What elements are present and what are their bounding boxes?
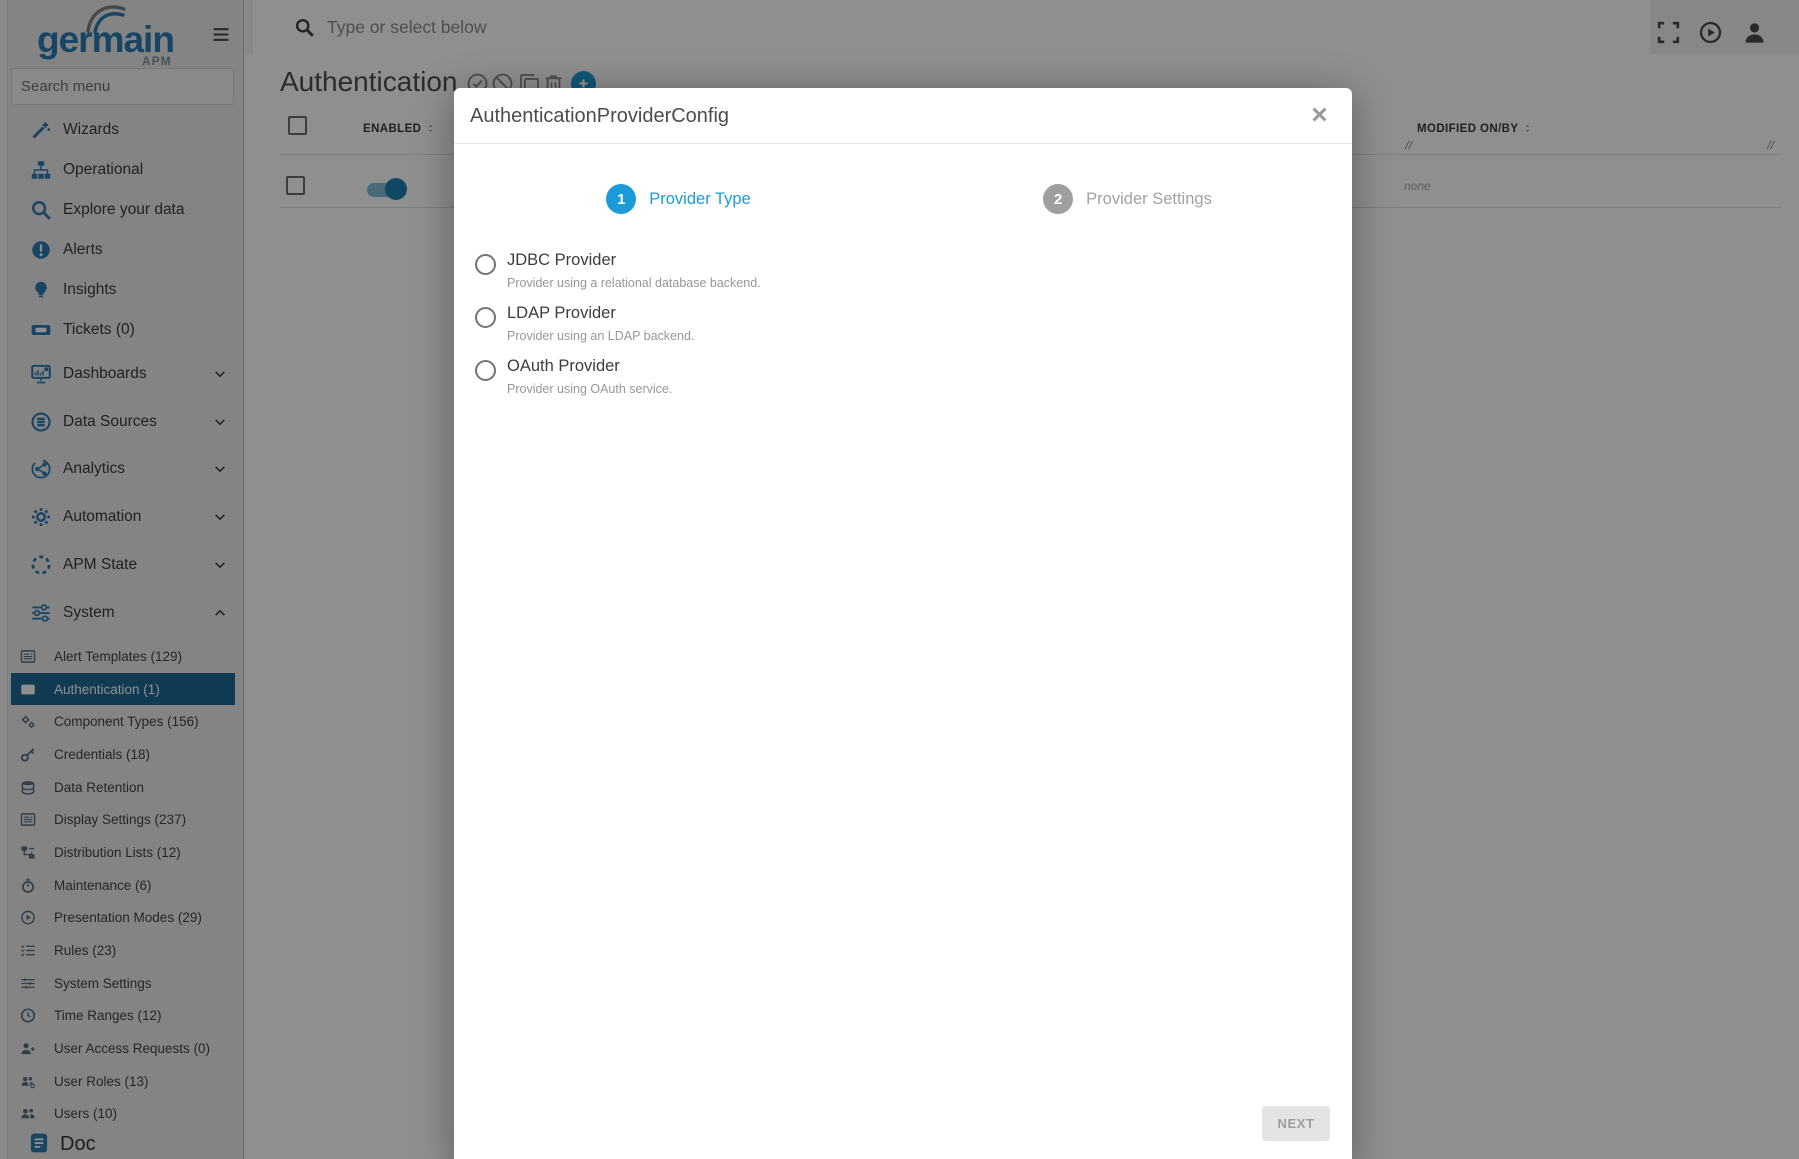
application-window: germain APM WizardsOperationalExplore yo…	[0, 0, 1799, 1159]
wizard-steps: 1 Provider Type 2 Provider Settings	[454, 184, 1352, 214]
radio-button[interactable]	[475, 254, 496, 275]
wizard-step-provider-settings[interactable]: 2 Provider Settings	[903, 184, 1352, 214]
step-number-badge: 2	[1043, 184, 1073, 214]
provider-option-jdbc-provider[interactable]: JDBC Provider Provider using a relational…	[475, 250, 761, 291]
option-description: Provider using a relational database bac…	[507, 275, 761, 291]
step-label: Provider Type	[649, 190, 751, 209]
authentication-provider-config-dialog: AuthenticationProviderConfig 1 Provider T…	[454, 88, 1352, 1159]
option-text: JDBC Provider Provider using a relational…	[507, 250, 761, 291]
wizard-step-provider-type[interactable]: 1 Provider Type	[454, 184, 903, 214]
dialog-title: AuthenticationProviderConfig	[470, 88, 729, 145]
option-title: OAuth Provider	[507, 356, 672, 377]
provider-option-ldap-provider[interactable]: LDAP Provider Provider using an LDAP back…	[475, 303, 761, 344]
dialog-header: AuthenticationProviderConfig	[454, 88, 1352, 144]
next-button[interactable]: NEXT	[1262, 1106, 1330, 1141]
radio-button[interactable]	[475, 360, 496, 381]
option-description: Provider using an LDAP backend.	[507, 328, 694, 344]
radio-button[interactable]	[475, 307, 496, 328]
option-text: OAuth Provider Provider using OAuth servi…	[507, 356, 672, 397]
option-title: LDAP Provider	[507, 303, 694, 324]
option-text: LDAP Provider Provider using an LDAP back…	[507, 303, 694, 344]
step-label: Provider Settings	[1086, 190, 1212, 209]
provider-options: JDBC Provider Provider using a relational…	[475, 250, 761, 409]
close-icon[interactable]	[1310, 105, 1329, 124]
option-title: JDBC Provider	[507, 250, 761, 271]
option-description: Provider using OAuth service.	[507, 381, 672, 397]
step-number-badge: 1	[606, 184, 636, 214]
provider-option-oauth-provider[interactable]: OAuth Provider Provider using OAuth servi…	[475, 356, 761, 397]
